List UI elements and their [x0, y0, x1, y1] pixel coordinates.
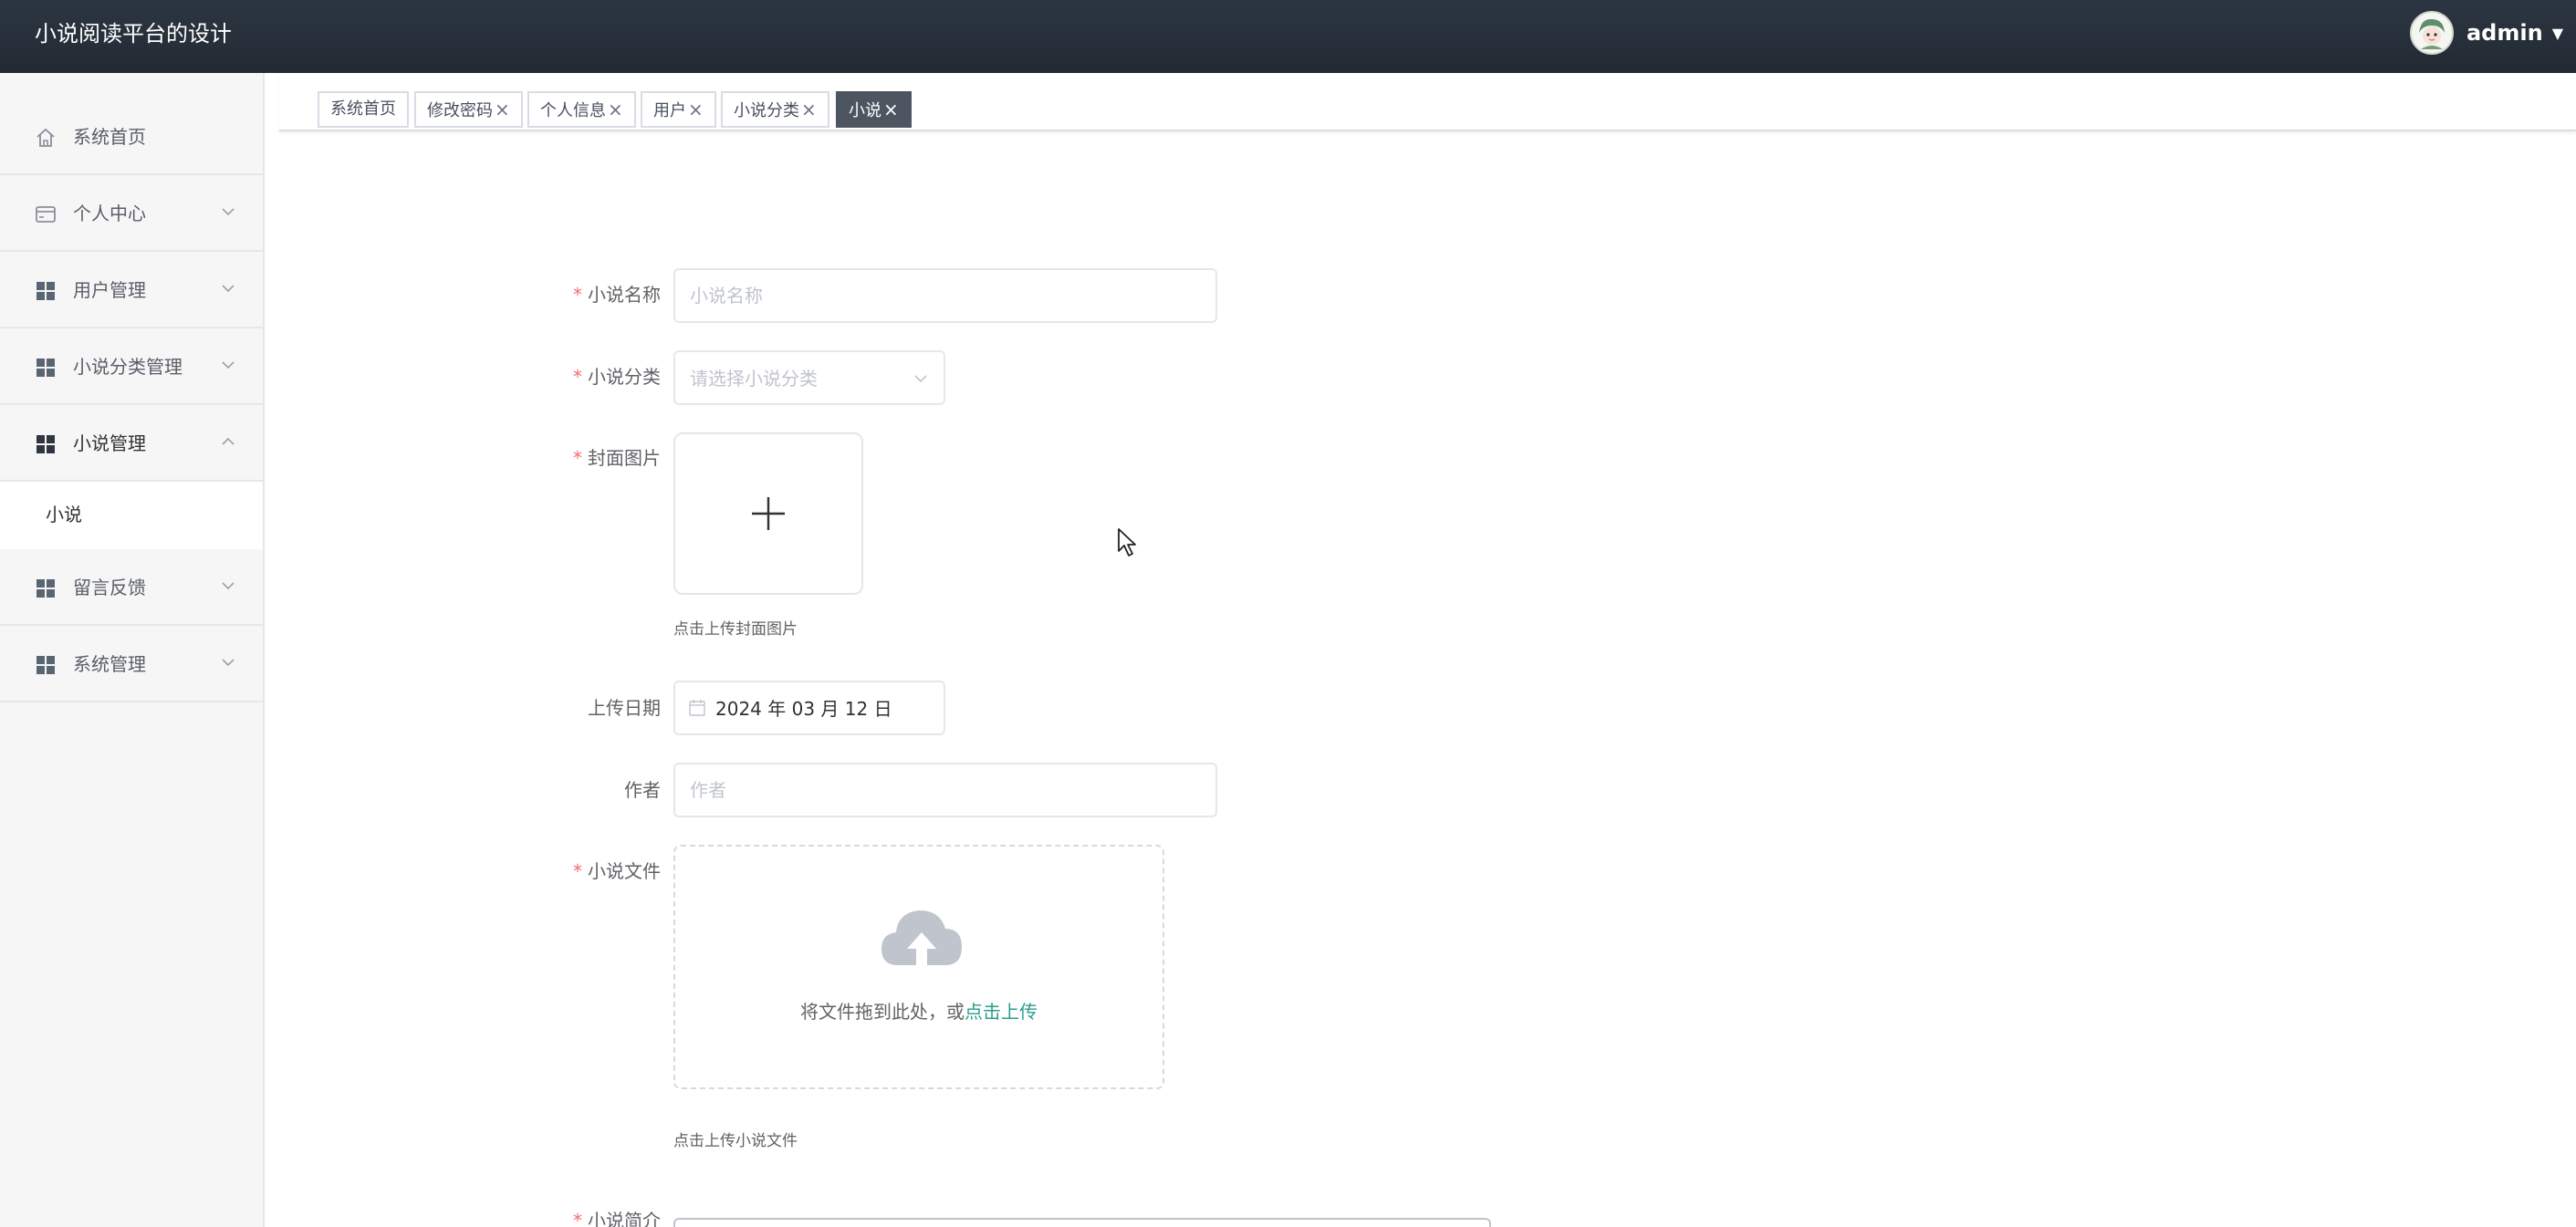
sidebar-item-personal-center[interactable]: 个人中心: [0, 175, 263, 252]
sidebar-item-label: 留言反馈: [73, 577, 146, 598]
upload-date-label: 上传日期: [588, 697, 661, 719]
tag-change-password[interactable]: 修改密码 ×: [414, 91, 523, 128]
chevron-down-icon: [222, 285, 235, 293]
top-header: 小说阅读平台的设计 admin ▼: [0, 0, 2576, 73]
sidebar-item-label: 用户管理: [73, 279, 146, 301]
user-menu[interactable]: admin ▼: [2409, 11, 2563, 55]
sidebar-subitem-novel[interactable]: 小说: [0, 482, 263, 549]
novel-file-label: * 小说文件: [573, 860, 661, 882]
novel-file-hint: 点击上传小说文件: [673, 1132, 798, 1150]
plus-icon: [752, 497, 785, 530]
novel-intro-label: * 小说简介: [515, 1206, 661, 1227]
author-input[interactable]: [673, 763, 1217, 817]
novel-intro-textarea[interactable]: [673, 1218, 1491, 1227]
tag-label: 小说: [849, 101, 881, 120]
sidebar-item-label: 个人中心: [73, 203, 146, 224]
required-asterisk: *: [573, 1210, 582, 1227]
cover-image-label: * 封面图片: [573, 447, 661, 469]
tag-users[interactable]: 用户 ×: [641, 91, 716, 128]
required-asterisk: *: [573, 284, 582, 306]
sidebar-item-novel-management[interactable]: 小说管理: [0, 405, 263, 482]
select-placeholder: 请选择小说分类: [690, 368, 818, 390]
mouse-cursor-icon: [1118, 528, 1136, 556]
close-icon[interactable]: ×: [801, 99, 817, 120]
novel-name-label: * 小说名称: [573, 284, 661, 306]
upload-date-picker[interactable]: 2024 年 03 月 12 日: [673, 681, 945, 735]
grid-icon: [37, 435, 55, 453]
cover-upload-hint: 点击上传封面图片: [673, 620, 798, 639]
chevron-down-icon: [222, 361, 235, 369]
grid-icon: [37, 359, 55, 377]
sidebar-subitem-label: 小说: [46, 504, 82, 525]
sidebar-item-user-management[interactable]: 用户管理: [0, 252, 263, 328]
novel-name-input[interactable]: [673, 268, 1217, 323]
sidebar-item-label: 小说分类管理: [73, 356, 183, 378]
grid-icon: [37, 282, 55, 300]
chevron-down-icon: [222, 582, 235, 590]
sidebar-item-category-management[interactable]: 小说分类管理: [0, 328, 263, 405]
novel-category-label: * 小说分类: [573, 366, 661, 388]
tags-view-bar: 系统首页 修改密码 × 个人信息 × 用户 × 小说分类 × 小说 ×: [279, 73, 2576, 131]
calendar-icon: [689, 700, 705, 716]
sidebar-item-system-management[interactable]: 系统管理: [0, 626, 263, 702]
sidebar-item-feedback[interactable]: 留言反馈: [0, 549, 263, 626]
chevron-down-icon: [222, 208, 235, 216]
tag-home[interactable]: 系统首页: [318, 91, 409, 128]
caret-down-icon[interactable]: ▼: [2552, 25, 2563, 42]
sidebar: 系统首页 个人中心 用户管理 小说分类管理 小说管理 小说 留言反馈 系统管理: [0, 73, 265, 1227]
tag-label: 修改密码: [427, 101, 493, 120]
close-icon[interactable]: ×: [608, 99, 623, 120]
tag-novel[interactable]: 小说 ×: [836, 91, 912, 128]
sidebar-item-label: 系统首页: [73, 126, 146, 148]
author-label: 作者: [624, 779, 661, 801]
avatar[interactable]: [2409, 11, 2454, 55]
username[interactable]: admin: [2466, 20, 2543, 46]
app-title: 小说阅读平台的设计: [35, 21, 232, 47]
grid-icon: [37, 656, 55, 674]
close-icon[interactable]: ×: [688, 99, 704, 120]
tag-label: 用户: [653, 101, 686, 120]
tag-label: 个人信息: [540, 101, 606, 120]
sidebar-item-label: 系统管理: [73, 653, 146, 675]
tag-novel-category[interactable]: 小说分类 ×: [721, 91, 829, 128]
click-upload-link[interactable]: 点击上传: [965, 1001, 1038, 1023]
tag-label: 小说分类: [734, 101, 799, 120]
cover-upload-button[interactable]: [673, 432, 863, 595]
sidebar-item-label: 小说管理: [73, 432, 146, 454]
cloud-upload-icon: [881, 910, 962, 967]
dropzone-text: 将文件拖到此处，或点击上传: [800, 1001, 1038, 1023]
grid-icon: [37, 579, 55, 598]
sidebar-item-home[interactable]: 系统首页: [0, 99, 263, 175]
tag-label: 系统首页: [330, 99, 396, 119]
required-asterisk: *: [573, 860, 582, 882]
close-icon[interactable]: ×: [883, 99, 899, 120]
required-asterisk: *: [573, 366, 582, 388]
novel-category-select[interactable]: 请选择小说分类: [673, 350, 945, 405]
home-icon: [37, 128, 55, 147]
novel-file-dropzone[interactable]: 将文件拖到此处，或点击上传: [673, 845, 1164, 1089]
chevron-down-icon: [914, 375, 927, 383]
card-icon: [36, 206, 56, 223]
required-asterisk: *: [573, 447, 582, 469]
chevron-up-icon: [222, 437, 235, 445]
upload-date-value: 2024 年 03 月 12 日: [715, 698, 892, 720]
close-icon[interactable]: ×: [495, 99, 510, 120]
tag-personal-info[interactable]: 个人信息 ×: [527, 91, 636, 128]
chevron-down-icon: [222, 659, 235, 667]
